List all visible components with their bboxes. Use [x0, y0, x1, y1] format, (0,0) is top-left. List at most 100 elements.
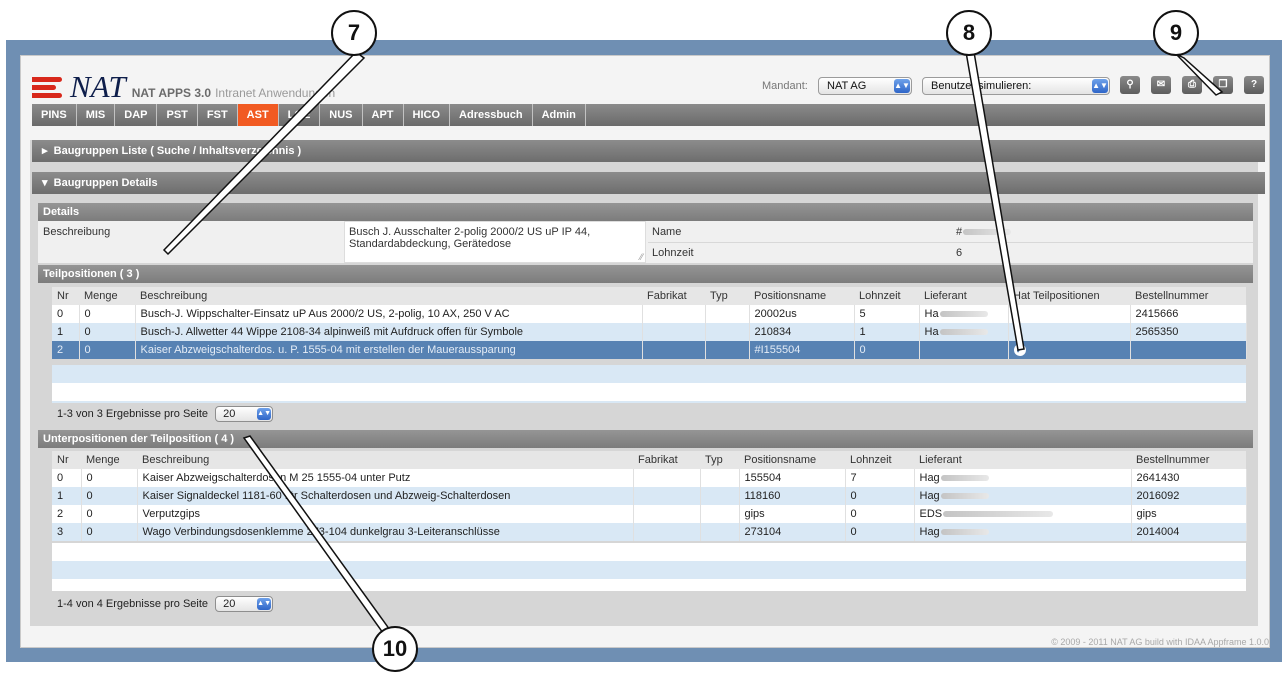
cell-bestellnummer: 2641430: [1131, 469, 1247, 487]
expanded-arrow-icon: ▾: [42, 177, 48, 189]
teilpositionen-header: Teilpositionen ( 3 ): [38, 265, 1253, 283]
nav-tab-fst[interactable]: FST: [198, 104, 238, 126]
cell-nr: 3: [52, 523, 82, 541]
column-header[interactable]: Hat Teilpositionen: [1008, 287, 1130, 305]
baugruppen-liste-panel-header[interactable]: ▸ Baugruppen Liste ( Suche / Inhaltsverz…: [32, 140, 1265, 162]
empty-row: [52, 401, 1246, 403]
beschreibung-textarea[interactable]: Busch J. Ausschalter 2-polig 2000/2 US u…: [344, 221, 646, 263]
cell-fabrikat: [633, 469, 701, 487]
nav-tab-pst[interactable]: PST: [157, 104, 198, 126]
column-header[interactable]: Lieferant: [914, 451, 1131, 469]
cell-menge: 0: [81, 523, 138, 541]
cell-typ: [700, 469, 740, 487]
empty-row: [52, 561, 1246, 579]
column-header[interactable]: Lohnzeit: [845, 451, 914, 469]
empty-row: [52, 365, 1246, 383]
cell-lieferant: Ha: [919, 305, 1009, 323]
table-row[interactable]: 2 0 Verputzgips gips 0 EDS gips: [52, 505, 1247, 523]
nav-tab-mis[interactable]: MIS: [77, 104, 116, 126]
pin-icon[interactable]: ⚲: [1120, 76, 1140, 94]
table-row[interactable]: 3 0 Wago Verbindungsdosenklemme 273-104 du…: [52, 523, 1247, 541]
select-arrow-icon: ▲▼: [1092, 79, 1108, 93]
column-header[interactable]: Lieferant: [919, 287, 1008, 305]
cell-beschreibung: Verputzgips: [137, 505, 634, 523]
lohnzeit-label: Lohnzeit: [652, 247, 694, 259]
cell-nr: 2: [52, 341, 80, 359]
unterpositionen-pager: 1-4 von 4 Ergebnisse pro Seite 20 ▲▼: [57, 596, 274, 612]
cell-beschreibung: Busch-J. Wippschalter-Einsatz uP Aus 200…: [135, 305, 643, 323]
help-icon[interactable]: ?: [1244, 76, 1264, 94]
cell-positionsname: 20002us: [749, 305, 855, 323]
resize-handle-icon[interactable]: ⁄⁄: [640, 252, 643, 262]
column-header[interactable]: Menge: [81, 451, 137, 469]
column-header[interactable]: Lohnzeit: [854, 287, 919, 305]
column-header[interactable]: Nr: [52, 451, 81, 469]
column-header[interactable]: Positionsname: [749, 287, 854, 305]
cell-typ: [700, 505, 740, 523]
cell-lohnzeit: 0: [845, 487, 915, 505]
beschreibung-label: Beschreibung: [43, 226, 111, 238]
table-row[interactable]: 1 0 Kaiser Signaldeckel 1181-60 für Schalt…: [52, 487, 1247, 505]
cell-lieferant: Hag: [914, 523, 1132, 541]
column-header[interactable]: Menge: [79, 287, 135, 305]
column-header[interactable]: Bestellnummer: [1131, 451, 1246, 469]
print-icon[interactable]: ⎙: [1182, 76, 1202, 94]
app-title: NAT APPS 3.0: [131, 86, 212, 100]
cell-lieferant: Hag: [914, 469, 1132, 487]
nav-tab-pins[interactable]: PINS: [32, 104, 77, 126]
nav-tab-hico[interactable]: HICO: [404, 104, 451, 126]
cell-beschreibung: Kaiser Abzweigschalterdosen M 25 1555-04…: [137, 469, 634, 487]
cell-nr: 1: [52, 323, 80, 341]
column-header[interactable]: Fabrikat: [633, 451, 700, 469]
cell-typ: [705, 305, 750, 323]
nav-tab-adressbuch[interactable]: Adressbuch: [450, 104, 533, 126]
cell-menge: 0: [79, 305, 136, 323]
baugruppen-details-panel-header[interactable]: ▾ Baugruppen Details: [32, 172, 1265, 194]
nav-tab-dap[interactable]: DAP: [115, 104, 158, 126]
cell-fabrikat: [642, 341, 706, 359]
nav-tab-lge[interactable]: LGE: [279, 104, 321, 126]
cell-bestellnummer: 2014004: [1131, 523, 1247, 541]
cell-typ: [700, 523, 740, 541]
cell-bestellnummer: gips: [1131, 505, 1247, 523]
cell-positionsname: 155504: [739, 469, 846, 487]
window-icon[interactable]: ❐: [1213, 76, 1233, 94]
nav-tab-apt[interactable]: APT: [363, 104, 404, 126]
cell-lieferant: Ha: [919, 323, 1009, 341]
cell-lohnzeit: 0: [845, 505, 915, 523]
cell-fabrikat: [642, 323, 706, 341]
cell-positionsname: #I155504: [749, 341, 855, 359]
page-size-select[interactable]: 20 ▲▼: [215, 596, 274, 612]
nav-tab-nus[interactable]: NUS: [320, 104, 363, 126]
column-header[interactable]: Typ: [700, 451, 739, 469]
column-header[interactable]: Positionsname: [739, 451, 845, 469]
pager-text: 1-3 von 3 Ergebnisse pro Seite: [57, 407, 209, 420]
column-header[interactable]: Bestellnummer: [1130, 287, 1246, 305]
cell-fabrikat: [642, 305, 706, 323]
select-arrow-icon: ▲▼: [257, 408, 272, 420]
callout-10: 10: [372, 626, 418, 672]
nav-tab-ast[interactable]: AST: [237, 104, 279, 126]
column-header[interactable]: Beschreibung: [137, 451, 633, 469]
table-row[interactable]: 0 0 Kaiser Abzweigschalterdosen M 25 1555-…: [52, 469, 1247, 487]
page-size-select[interactable]: 20 ▲▼: [215, 406, 274, 422]
callout-9: 9: [1153, 10, 1199, 56]
column-header[interactable]: Beschreibung: [135, 287, 642, 305]
mandant-select[interactable]: NAT AG ▲▼: [818, 77, 912, 95]
callout-8: 8: [946, 10, 992, 56]
column-header[interactable]: Typ: [705, 287, 749, 305]
chat-icon[interactable]: ✉: [1151, 76, 1171, 94]
callout-7: 7: [331, 10, 377, 56]
table-row[interactable]: 2 0 Kaiser Abzweigschalterdos. u. P. 1555-…: [52, 341, 1247, 359]
table-row[interactable]: 0 0 Busch-J. Wippschalter-Einsatz uP Aus 2…: [52, 305, 1247, 323]
table-row[interactable]: 1 0 Busch-J. Allwetter 44 Wippe 2108-34 al…: [52, 323, 1247, 341]
benutzer-simulieren-select[interactable]: Benutzer simulieren: ▲▼: [922, 77, 1110, 95]
column-header[interactable]: Nr: [52, 287, 79, 305]
nav-tab-admin[interactable]: Admin: [533, 104, 586, 126]
brand-name: NAT: [70, 69, 126, 104]
cell-typ: [700, 487, 740, 505]
select-arrow-icon: ▲▼: [894, 79, 910, 93]
cell-fabrikat: [633, 505, 701, 523]
column-header[interactable]: Fabrikat: [642, 287, 705, 305]
cell-hat: [1008, 323, 1131, 341]
